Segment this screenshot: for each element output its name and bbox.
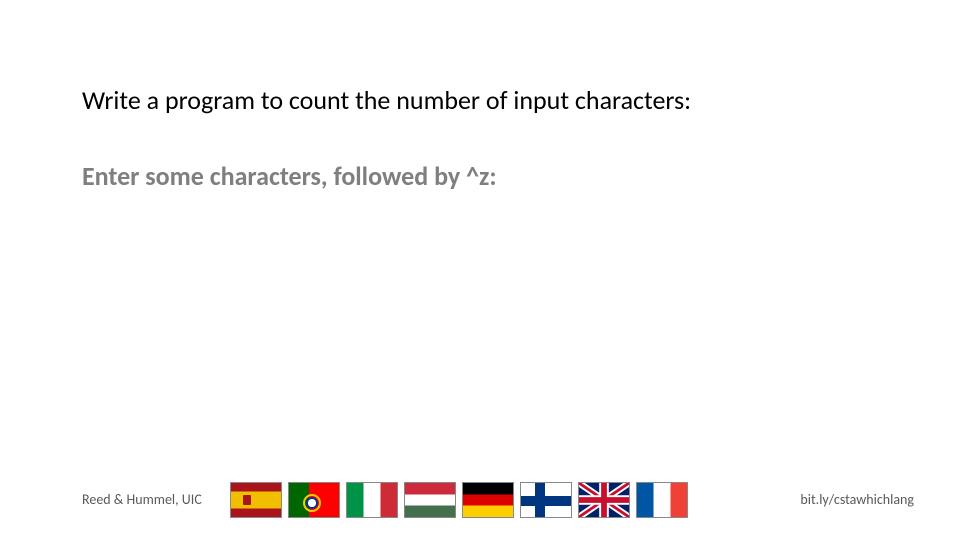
flag-spain-icon [230, 482, 282, 518]
flag-uk-icon [578, 482, 630, 518]
slide-title: Write a program to count the number of i… [82, 84, 691, 116]
flag-portugal-icon [288, 482, 340, 518]
flag-finland-icon [520, 482, 572, 518]
footer-link: bit.ly/cstawhichlang [800, 491, 914, 508]
flag-germany-icon [462, 482, 514, 518]
footer-authors: Reed & Hummel, UIC [82, 491, 202, 508]
flag-row [230, 482, 688, 518]
flag-france-icon [636, 482, 688, 518]
flag-hungary-icon [404, 482, 456, 518]
flag-italy-icon [346, 482, 398, 518]
slide-subtitle: Enter some characters, followed by ^z: [82, 160, 497, 192]
